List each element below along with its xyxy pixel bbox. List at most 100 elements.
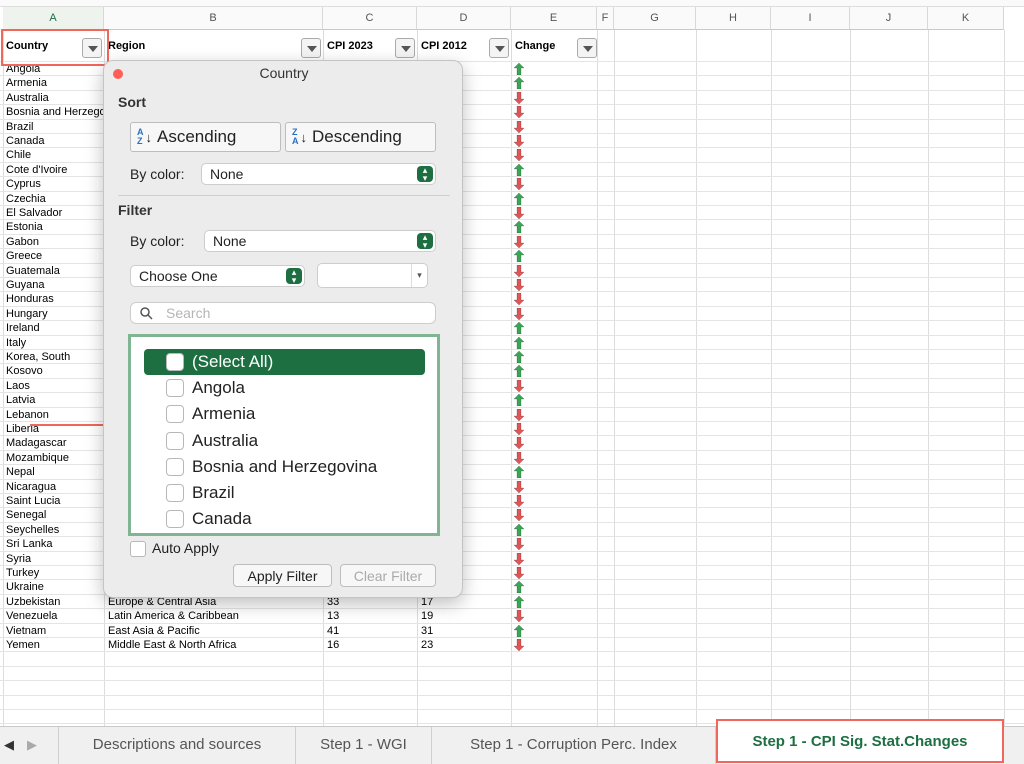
country-cell[interactable]: Laos: [6, 379, 103, 393]
country-cell[interactable]: Kosovo: [6, 364, 103, 378]
country-cell[interactable]: Gabon: [6, 235, 103, 249]
tab-corruption-index[interactable]: Step 1 - Corruption Perc. Index: [432, 727, 716, 764]
country-cell[interactable]: Guyana: [6, 278, 103, 292]
country-cell[interactable]: Yemen: [6, 638, 103, 652]
filter-dropdown-change[interactable]: [577, 38, 597, 58]
country-cell[interactable]: Honduras: [6, 292, 103, 306]
arrow-up-icon: [514, 595, 524, 608]
column-header-c[interactable]: C: [323, 7, 417, 30]
country-cell[interactable]: Australia: [6, 91, 103, 105]
header-region[interactable]: Region: [105, 31, 145, 61]
country-cell[interactable]: Estonia: [6, 220, 103, 234]
checkbox[interactable]: [166, 353, 184, 371]
column-header-b[interactable]: B: [104, 7, 323, 30]
search-input[interactable]: Search: [130, 302, 436, 324]
country-cell[interactable]: Vietnam: [6, 624, 103, 638]
header-change[interactable]: Change: [512, 31, 555, 61]
country-cell[interactable]: Canada: [6, 134, 103, 148]
country-cell[interactable]: Uzbekistan: [6, 595, 103, 609]
descending-label: Descending: [312, 127, 402, 146]
next-sheet-icon[interactable]: ▶: [27, 737, 37, 753]
condition-select[interactable]: Choose One ▴ ▾: [130, 265, 305, 287]
cpi2012-cell[interactable]: 31: [421, 624, 509, 638]
country-cell[interactable]: Venezuela: [6, 609, 103, 623]
country-cell[interactable]: Korea, South: [6, 350, 103, 364]
filter-dropdown-cpi2012[interactable]: [489, 38, 509, 58]
column-header-g[interactable]: G: [614, 7, 696, 30]
checkbox[interactable]: [166, 379, 184, 398]
descending-button[interactable]: ZA ↓ Descending: [285, 122, 436, 152]
list-item[interactable]: Australia: [192, 431, 258, 451]
sort-color-select[interactable]: None ▴ ▾: [201, 163, 436, 185]
list-item[interactable]: Armenia: [192, 404, 255, 424]
cpi2012-cell[interactable]: 23: [421, 638, 509, 652]
country-cell[interactable]: Senegal: [6, 508, 103, 522]
country-cell[interactable]: Chile: [6, 148, 103, 162]
cpi2023-cell[interactable]: 13: [327, 609, 415, 623]
apply-filter-button[interactable]: Apply Filter: [233, 564, 332, 587]
country-cell[interactable]: Greece: [6, 249, 103, 263]
tab-wgi[interactable]: Step 1 - WGI: [296, 727, 432, 764]
country-cell[interactable]: Ireland: [6, 321, 103, 335]
country-cell[interactable]: Latvia: [6, 393, 103, 407]
column-header-i[interactable]: I: [771, 7, 850, 30]
country-cell[interactable]: Czechia: [6, 192, 103, 206]
ascending-button[interactable]: AZ ↓ Ascending: [130, 122, 281, 152]
country-cell[interactable]: Armenia: [6, 76, 103, 90]
filter-dropdown-region[interactable]: [301, 38, 321, 58]
select-all-item[interactable]: (Select All): [192, 352, 273, 372]
column-header-f[interactable]: F: [597, 7, 614, 30]
country-cell[interactable]: Hungary: [6, 307, 103, 321]
country-cell[interactable]: Cote d'Ivoire: [6, 163, 103, 177]
column-header-h[interactable]: H: [696, 7, 771, 30]
country-cell[interactable]: Nicaragua: [6, 480, 103, 494]
clear-filter-button[interactable]: Clear Filter: [340, 564, 436, 587]
list-item[interactable]: Brazil: [192, 483, 235, 503]
country-cell[interactable]: Syria: [6, 552, 103, 566]
column-header-d[interactable]: D: [417, 7, 511, 30]
column-header-a[interactable]: A: [3, 7, 104, 30]
column-header-k[interactable]: K: [928, 7, 1004, 30]
country-cell[interactable]: Bosnia and Herzegovina: [6, 105, 103, 119]
tab-descriptions[interactable]: Descriptions and sources: [58, 727, 296, 764]
header-cpi2012[interactable]: CPI 2012: [418, 31, 467, 61]
checkbox[interactable]: [166, 457, 184, 476]
checkbox[interactable]: [166, 510, 184, 529]
country-cell[interactable]: Brazil: [6, 120, 103, 134]
country-cell[interactable]: Madagascar: [6, 436, 103, 450]
country-cell[interactable]: Cyprus: [6, 177, 103, 191]
checkbox[interactable]: [166, 484, 184, 502]
country-cell[interactable]: Saint Lucia: [6, 494, 103, 508]
country-cell[interactable]: El Salvador: [6, 206, 103, 220]
region-cell[interactable]: East Asia & Pacific: [108, 624, 320, 638]
value-list[interactable]: (Select All) Angola Armenia Australia Bosnia…: [128, 334, 440, 536]
region-cell[interactable]: Latin America & Caribbean: [108, 609, 320, 623]
cpi2023-cell[interactable]: 41: [327, 624, 415, 638]
list-item[interactable]: Canada: [192, 509, 252, 529]
checkbox[interactable]: [166, 431, 184, 450]
checkbox[interactable]: [166, 405, 184, 424]
country-cell[interactable]: Seychelles: [6, 523, 103, 537]
tab-cpi-sig-changes[interactable]: Step 1 - CPI Sig. Stat.Changes: [716, 719, 1004, 763]
country-cell[interactable]: Nepal: [6, 465, 103, 479]
cpi2023-cell[interactable]: 16: [327, 638, 415, 652]
header-cpi2023[interactable]: CPI 2023: [324, 31, 373, 61]
country-cell[interactable]: Italy: [6, 336, 103, 350]
auto-apply-checkbox[interactable]: [130, 541, 146, 557]
country-cell[interactable]: Ukraine: [6, 580, 103, 594]
region-cell[interactable]: Middle East & North Africa: [108, 638, 320, 652]
cpi2012-cell[interactable]: 19: [421, 609, 509, 623]
list-item[interactable]: Bosnia and Herzegovina: [192, 457, 377, 477]
country-cell[interactable]: Turkey: [6, 566, 103, 580]
column-header-j[interactable]: J: [850, 7, 928, 30]
filter-popover[interactable]: Country Sort AZ ↓ Ascending ZA ↓ Descend…: [103, 60, 463, 598]
filter-dropdown-cpi2023[interactable]: [395, 38, 415, 58]
column-header-e[interactable]: E: [511, 7, 597, 30]
prev-sheet-icon[interactable]: ◀: [4, 737, 14, 753]
country-cell[interactable]: Sri Lanka: [6, 537, 103, 551]
filter-color-select[interactable]: None ▴ ▾: [204, 230, 436, 252]
list-item[interactable]: Angola: [192, 378, 245, 398]
condition-value-combo[interactable]: ▾: [317, 263, 428, 288]
country-cell[interactable]: Guatemala: [6, 264, 103, 278]
country-cell[interactable]: Mozambique: [6, 451, 103, 465]
